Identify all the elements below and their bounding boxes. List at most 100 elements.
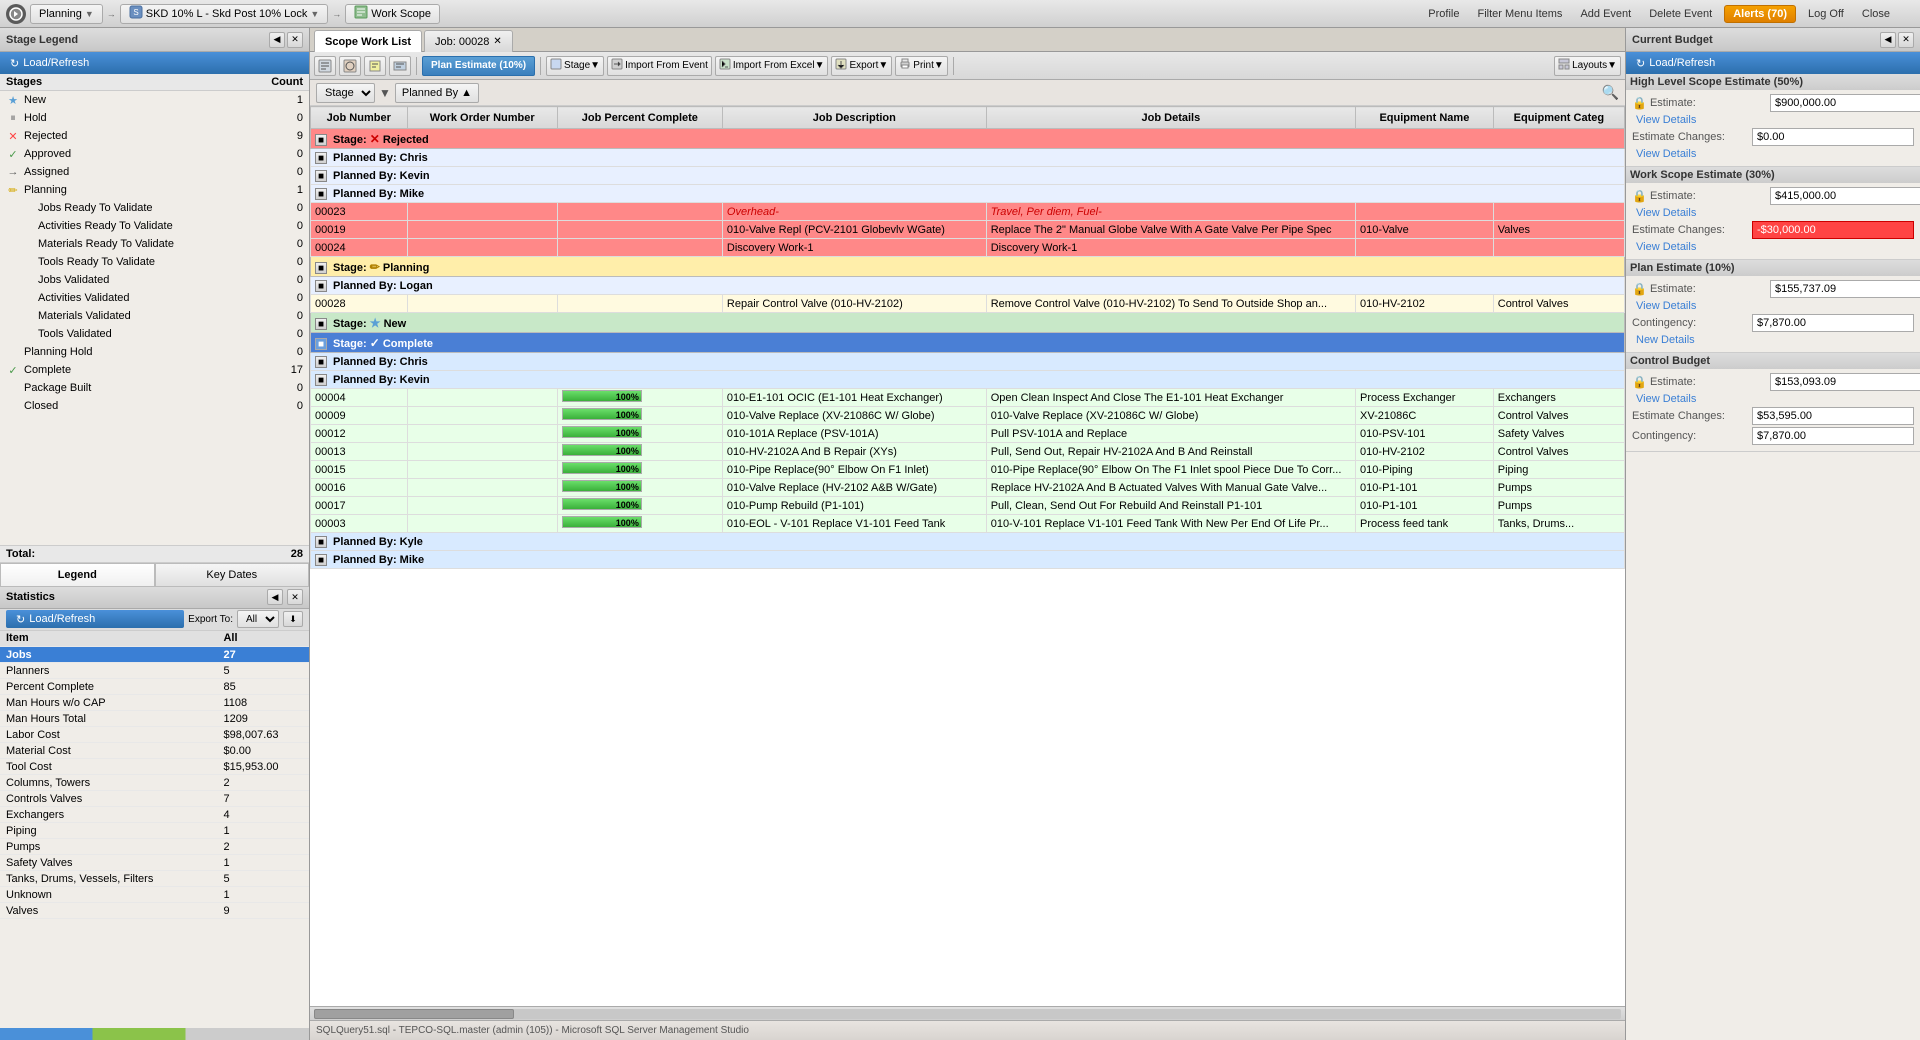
stats-minimize-btn[interactable]: ◀ bbox=[267, 589, 283, 605]
stats-close-btn[interactable]: ✕ bbox=[287, 589, 303, 605]
stage-item-activities-ready[interactable]: Activities Ready To Validate 0 bbox=[0, 217, 309, 235]
stage-item-complete[interactable]: ✓ Complete 17 bbox=[0, 361, 309, 379]
table-row[interactable]: 00023 Overhead- Travel, Per diem, Fuel- bbox=[311, 203, 1625, 221]
table-row[interactable]: 00003 100% 010-EOL - V-101 Replace V1-10… bbox=[311, 515, 1625, 533]
skd-nav-btn[interactable]: S SKD 10% L - Skd Post 10% Lock ▼ bbox=[120, 4, 329, 24]
toolbar-icon-btn2[interactable] bbox=[339, 56, 361, 76]
import-from-excel-btn[interactable]: Import From Excel▼ bbox=[715, 56, 829, 76]
col-equip-cat[interactable]: Equipment Categ bbox=[1493, 107, 1624, 129]
cb-estimate-value[interactable] bbox=[1770, 373, 1920, 391]
hle-estimate-value[interactable] bbox=[1770, 94, 1920, 112]
plan-estimate-btn[interactable]: Plan Estimate (10%) bbox=[422, 56, 535, 76]
table-row[interactable]: 00013 100% 010-HV-2102A And B Repair (XY… bbox=[311, 443, 1625, 461]
alerts-btn[interactable]: Alerts (70) bbox=[1724, 5, 1796, 23]
print-btn[interactable]: Print▼ bbox=[895, 56, 947, 76]
stage-item-package-built[interactable]: Package Built 0 bbox=[0, 379, 309, 397]
stage-item-assigned[interactable]: → Assigned 0 bbox=[0, 163, 309, 181]
delete-event-btn[interactable]: Delete Event bbox=[1643, 6, 1718, 22]
tab-job-00028[interactable]: Job: 00028 ✕ bbox=[424, 30, 513, 52]
new-details-link[interactable]: New Details bbox=[1632, 334, 1699, 346]
key-dates-btn[interactable]: Key Dates bbox=[155, 563, 310, 587]
layouts-btn[interactable]: Layouts▼ bbox=[1554, 56, 1621, 76]
stats-export-btn[interactable]: ⬇ bbox=[283, 611, 303, 627]
table-row[interactable]: 00017 100% 010-Pump Rebuild (P1-101) Pul… bbox=[311, 497, 1625, 515]
horizontal-scrollbar[interactable] bbox=[310, 1006, 1625, 1020]
col-work-order[interactable]: Work Order Number bbox=[407, 107, 557, 129]
toolbar-icon-btn1[interactable] bbox=[314, 56, 336, 76]
export-btn[interactable]: Export▼ bbox=[831, 56, 892, 76]
close-btn[interactable] bbox=[1902, 12, 1914, 16]
collapse-complete-icon[interactable]: ■ bbox=[315, 338, 327, 350]
stage-item-activities-validated[interactable]: Activities Validated 0 bbox=[0, 289, 309, 307]
table-row[interactable]: 00028 Repair Control Valve (010-HV-2102)… bbox=[311, 295, 1625, 313]
pe-contingency-value[interactable] bbox=[1752, 314, 1914, 332]
tab-job-close-icon[interactable]: ✕ bbox=[493, 36, 501, 47]
panel-minimize-btn[interactable]: ◀ bbox=[269, 32, 285, 48]
stage-item-planning-hold[interactable]: Planning Hold 0 bbox=[0, 343, 309, 361]
stats-export-dropdown[interactable]: All bbox=[237, 610, 279, 628]
table-row[interactable]: 00004 100% 010-E1-101 OCIC (E1-101 Heat … bbox=[311, 389, 1625, 407]
stage-item-new[interactable]: ★ New 1 bbox=[0, 91, 309, 109]
stats-load-refresh[interactable]: ↻ Load/Refresh bbox=[6, 610, 184, 628]
filter-menu-items-btn[interactable]: Filter Menu Items bbox=[1471, 6, 1568, 22]
wse-view-details-link2[interactable]: View Details bbox=[1632, 241, 1700, 253]
toolbar-icon-btn4[interactable] bbox=[389, 56, 411, 76]
table-row[interactable]: 00019 010-Valve Repl (PCV-2101 Globevlv … bbox=[311, 221, 1625, 239]
hle-changes-value[interactable] bbox=[1752, 128, 1914, 146]
collapse-planning-icon[interactable]: ■ bbox=[315, 262, 327, 274]
about-btn[interactable]: Log Off bbox=[1802, 6, 1850, 22]
cb-view-details-link[interactable]: View Details bbox=[1632, 393, 1700, 405]
wse-changes-value[interactable] bbox=[1752, 221, 1914, 239]
collapse-chris-complete-icon[interactable]: ■ bbox=[315, 356, 327, 368]
stage-item-jobs-ready[interactable]: Jobs Ready To Validate 0 bbox=[0, 199, 309, 217]
import-from-event-btn[interactable]: Import From Event bbox=[607, 56, 712, 76]
wse-view-details-link[interactable]: View Details bbox=[1632, 207, 1700, 219]
stage-item-planning[interactable]: ✏ Planning 1 bbox=[0, 181, 309, 199]
stage-item-tools-validated[interactable]: Tools Validated 0 bbox=[0, 325, 309, 343]
collapse-mike-rejected-icon[interactable]: ■ bbox=[315, 188, 327, 200]
col-equip-name[interactable]: Equipment Name bbox=[1356, 107, 1494, 129]
collapse-new-icon[interactable]: ■ bbox=[315, 318, 327, 330]
col-job-desc[interactable]: Job Description bbox=[722, 107, 986, 129]
legend-btn[interactable]: Legend bbox=[0, 563, 155, 587]
hle-view-details-link2[interactable]: View Details bbox=[1632, 148, 1700, 160]
tab-scope-work-list[interactable]: Scope Work List bbox=[314, 30, 422, 52]
work-scope-nav-btn[interactable]: Work Scope bbox=[345, 4, 440, 24]
planning-nav-btn[interactable]: Planning ▼ bbox=[30, 4, 103, 24]
wse-estimate-value[interactable] bbox=[1770, 187, 1920, 205]
planned-by-btn[interactable]: Planned By ▲ bbox=[395, 83, 479, 103]
load-refresh-bar[interactable]: ↻ Load/Refresh bbox=[0, 52, 309, 74]
panel-close-btn[interactable]: ✕ bbox=[287, 32, 303, 48]
add-event-btn[interactable]: Add Event bbox=[1574, 6, 1637, 22]
collapse-kyle-complete-icon[interactable]: ■ bbox=[315, 536, 327, 548]
col-job-number[interactable]: Job Number bbox=[311, 107, 408, 129]
table-row[interactable]: 00009 100% 010-Valve Replace (XV-21086C … bbox=[311, 407, 1625, 425]
collapse-kevin-rejected-icon[interactable]: ■ bbox=[315, 170, 327, 182]
col-job-details[interactable]: Job Details bbox=[986, 107, 1355, 129]
stage-item-materials-validated[interactable]: Materials Validated 0 bbox=[0, 307, 309, 325]
table-row[interactable]: 00024 Discovery Work-1 Discovery Work-1 bbox=[311, 239, 1625, 257]
toolbar-icon-btn3[interactable] bbox=[364, 56, 386, 76]
hle-view-details-link[interactable]: View Details bbox=[1632, 114, 1700, 126]
table-row[interactable]: 00015 100% 010-Pipe Replace(90° Elbow On… bbox=[311, 461, 1625, 479]
budget-load-refresh[interactable]: ↻ Load/Refresh bbox=[1626, 52, 1920, 74]
collapse-mike-complete-icon[interactable]: ■ bbox=[315, 554, 327, 566]
stage-item-closed[interactable]: Closed 0 bbox=[0, 397, 309, 415]
budget-close-btn[interactable]: ✕ bbox=[1898, 32, 1914, 48]
collapse-logan-planning-icon[interactable]: ■ bbox=[315, 280, 327, 292]
table-row[interactable]: 00016 100% 010-Valve Replace (HV-2102 A&… bbox=[311, 479, 1625, 497]
stage-item-materials-ready[interactable]: Materials Ready To Validate 0 bbox=[0, 235, 309, 253]
pe-estimate-value[interactable] bbox=[1770, 280, 1920, 298]
stage-btn[interactable]: Stage▼ bbox=[546, 56, 604, 76]
cb-changes-value[interactable] bbox=[1752, 407, 1914, 425]
table-row[interactable]: 00012 100% 010-101A Replace (PSV-101A) P… bbox=[311, 425, 1625, 443]
stage-filter-arrow[interactable]: ▼ bbox=[379, 86, 391, 100]
stage-item-tools-ready[interactable]: Tools Ready To Validate 0 bbox=[0, 253, 309, 271]
stage-filter-dropdown[interactable]: Stage bbox=[316, 83, 375, 103]
search-btn[interactable]: 🔍 bbox=[1602, 84, 1619, 101]
profile-btn[interactable]: Profile bbox=[1422, 6, 1465, 22]
budget-minimize-btn[interactable]: ◀ bbox=[1880, 32, 1896, 48]
stage-item-approved[interactable]: ✓ Approved 0 bbox=[0, 145, 309, 163]
stage-item-rejected[interactable]: ✕ Rejected 9 bbox=[0, 127, 309, 145]
col-pct-complete[interactable]: Job Percent Complete bbox=[557, 107, 722, 129]
